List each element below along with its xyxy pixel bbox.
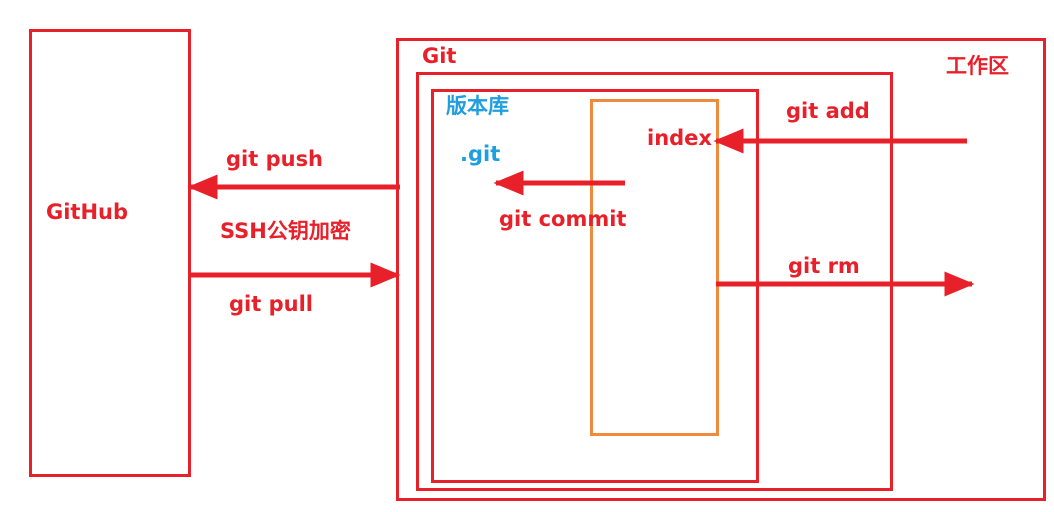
git-pull-label: git pull (229, 292, 313, 316)
dotgit-label: .git (460, 142, 501, 166)
ssh-label: SSH公钥加密 (220, 219, 351, 243)
workspace-label: 工作区 (946, 54, 1009, 78)
git-label: Git (422, 44, 457, 68)
github-label: GitHub (46, 200, 129, 224)
git-commit-label: git commit (499, 207, 627, 231)
git-add-label: git add (786, 99, 870, 123)
git-rm-label: git rm (788, 254, 860, 278)
index-label: index (647, 126, 712, 150)
arrows-layer (187, 128, 975, 297)
repository-label: 版本库 (446, 94, 509, 118)
git-push-label: git push (226, 147, 324, 171)
